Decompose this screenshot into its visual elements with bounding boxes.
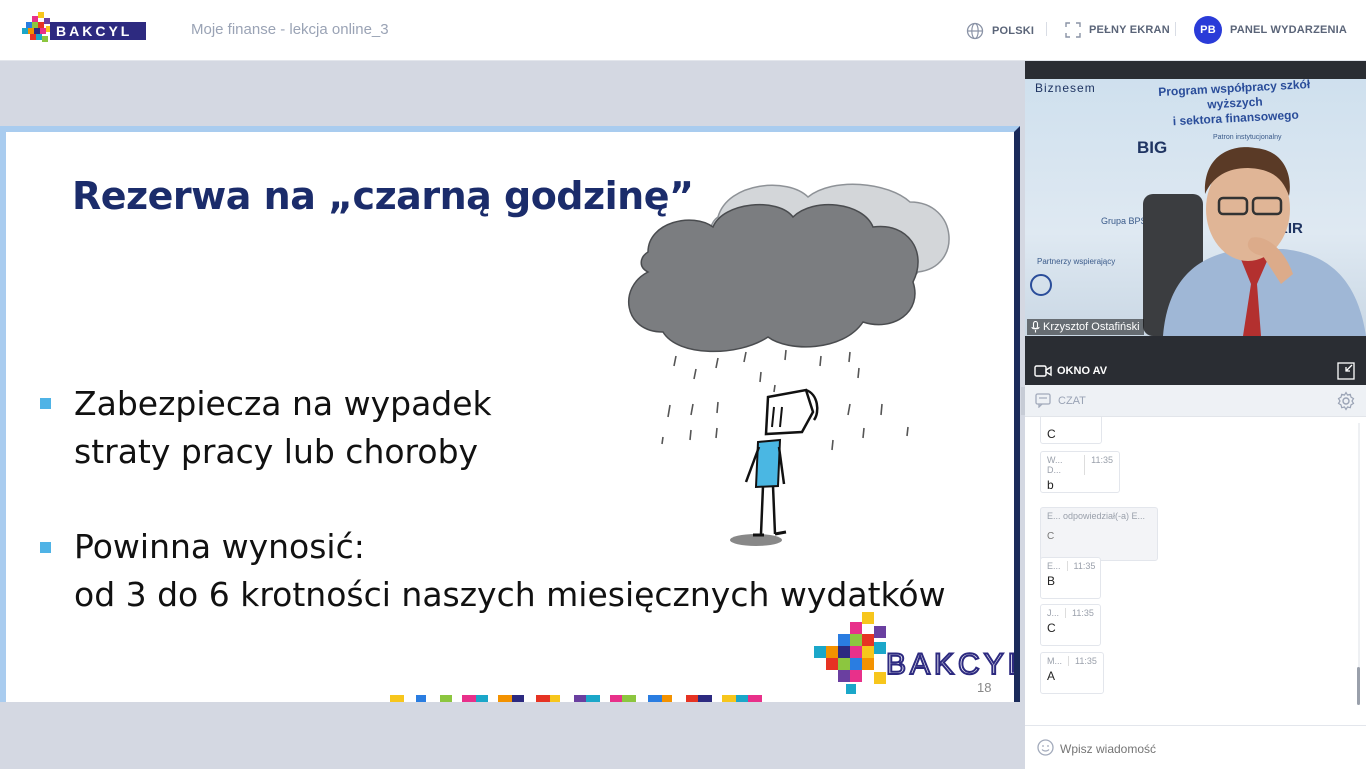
message-author: E... <box>1047 561 1061 571</box>
chat-scrollbar-track[interactable] <box>1358 423 1360 705</box>
event-title: Moje finanse - lekcja online_3 <box>191 21 389 38</box>
logo-text: BAKCYL <box>56 23 132 39</box>
globe-icon <box>966 22 984 40</box>
av-window-label: OKNO AV <box>1057 365 1108 377</box>
chat-message: E... 11:35 B <box>1040 557 1101 599</box>
minimize-window-icon[interactable] <box>1337 362 1355 380</box>
rain-cloud-illustration <box>628 183 950 546</box>
language-button[interactable]: POLSKI <box>966 22 1034 40</box>
header-divider <box>1175 22 1176 36</box>
message-text: C <box>1047 531 1055 542</box>
color-strip <box>390 695 820 702</box>
panel-resize-handle[interactable] <box>1021 387 1025 415</box>
participant-figure <box>1143 147 1366 336</box>
avatar: PB <box>1194 16 1222 44</box>
emoji-icon[interactable] <box>1037 739 1054 756</box>
language-label: POLSKI <box>992 25 1035 37</box>
event-panel-button[interactable]: PB PANEL WYDARZENIA <box>1194 16 1347 44</box>
partner-logo <box>1030 274 1052 296</box>
bullet-1-line-2: straty pracy lub choroby <box>74 432 479 471</box>
slide-title: Rezerwa na „czarną godzinę” <box>72 174 694 218</box>
microphone-icon <box>1031 321 1040 333</box>
bullet-marker <box>40 398 51 409</box>
chat-icon <box>1035 393 1051 408</box>
message-time: 11:35 <box>1066 561 1095 571</box>
side-panel: Program współpracy szkół wyższych i sekt… <box>1021 61 1366 769</box>
chat-reply-notice: E... odpowiedział(-a) E... C <box>1040 507 1158 561</box>
slide-logo-text: BAKCYL <box>886 648 1018 681</box>
chat-message: M... 11:35 A <box>1040 652 1104 694</box>
message-text: C <box>1047 427 1056 441</box>
message-time: 11:35 <box>1068 656 1097 666</box>
chat-header: CZAT <box>1021 385 1366 417</box>
message-author: M... <box>1047 656 1062 666</box>
header-divider <box>1046 22 1047 36</box>
message-text: B <box>1047 574 1056 588</box>
event-panel-label: PANEL WYDARZENIA <box>1230 24 1348 36</box>
chat-input-area[interactable] <box>1025 725 1366 769</box>
message-text: A <box>1047 669 1056 683</box>
bullet-1: Zabezpiecza na wypadek straty pracy lub … <box>74 380 492 476</box>
bullet-1-line-1: Zabezpiecza na wypadek <box>74 384 492 423</box>
bullet-marker <box>40 542 51 553</box>
message-time: 11:35 <box>1065 608 1094 618</box>
slide: Rezerwa na „czarną godzinę” Zabezpiecza … <box>0 126 1020 702</box>
participant-name-tag: Krzysztof Ostafiński <box>1027 319 1144 335</box>
video-banner: Program współpracy szkół wyższych i sekt… <box>1157 79 1311 129</box>
message-time: 11:35 <box>1084 455 1113 475</box>
chat-message: C <box>1040 417 1102 444</box>
message-text: C <box>1047 621 1056 635</box>
expand-icon <box>1065 22 1081 38</box>
bg-text: Grupa BPS <box>1101 216 1147 226</box>
video-window[interactable]: Program współpracy szkół wyższych i sekt… <box>1025 61 1366 357</box>
top-bar: BAKCYL Moje finanse - lekcja online_3 PO… <box>0 0 1366 61</box>
message-text: b <box>1047 478 1054 492</box>
bg-text: Partnerzy wspierający <box>1037 257 1116 266</box>
fullscreen-label: PEŁNY EKRAN <box>1089 24 1170 36</box>
participant-name: Krzysztof Ostafiński <box>1043 321 1140 333</box>
message-author: W... D... <box>1047 455 1063 475</box>
av-window-bar[interactable]: OKNO AV <box>1025 357 1366 385</box>
chat-messages[interactable]: C W... D... 11:35 b E... odpowiedział(-a)… <box>1025 417 1366 725</box>
chat-message: J... 11:35 C <box>1040 604 1101 646</box>
chat-message: W... D... 11:35 b <box>1040 451 1120 493</box>
message-author: E... odpowiedział(-a) E... <box>1047 511 1146 521</box>
camera-icon <box>1034 365 1052 377</box>
chat-message-input[interactable] <box>1058 738 1352 760</box>
bakcyl-logo[interactable]: BAKCYL <box>22 12 146 48</box>
page-number: 18 <box>977 680 992 695</box>
chat-title: CZAT <box>1058 395 1086 407</box>
fullscreen-button[interactable]: PEŁNY EKRAN <box>1065 22 1170 38</box>
bg-text: Biznesem <box>1035 81 1096 95</box>
video-feed: Program współpracy szkół wyższych i sekt… <box>1025 79 1366 336</box>
message-author: J... <box>1047 608 1060 618</box>
chat-scrollbar-thumb[interactable] <box>1357 667 1360 705</box>
settings-gear-icon[interactable] <box>1336 391 1356 411</box>
